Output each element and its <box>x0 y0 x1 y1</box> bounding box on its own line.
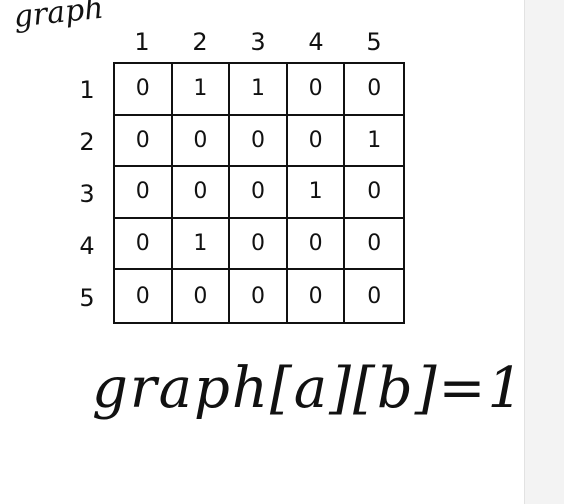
matrix-cell: 0 <box>345 167 403 219</box>
column-label-4: 4 <box>308 28 324 56</box>
matrix-cell: 0 <box>287 64 346 116</box>
matrix-cell: 0 <box>172 115 231 168</box>
formula-text: graph[a][b]=1 <box>92 356 526 421</box>
matrix-cell: 1 <box>287 167 346 219</box>
column-label-3: 3 <box>250 28 266 56</box>
matrix-cell: 1 <box>230 64 288 116</box>
row-label-2: 2 <box>79 128 95 156</box>
matrix-cell: 0 <box>172 167 231 219</box>
matrix-cell: 0 <box>345 219 403 271</box>
matrix-cell: 1 <box>345 116 403 168</box>
matrix-cell: 0 <box>230 167 288 219</box>
matrix-cell: 0 <box>115 64 173 116</box>
whiteboard-canvas: graph 1 2 3 4 5 1 2 3 4 5 0 1 1 0 0 0 0 … <box>0 0 564 504</box>
matrix-cell: 0 <box>115 167 173 219</box>
row-label-1: 1 <box>79 76 95 104</box>
matrix-cell: 0 <box>115 270 173 322</box>
matrix-cell: 0 <box>287 218 346 271</box>
adjacency-matrix: 0 1 1 0 0 0 0 0 0 1 0 0 0 1 0 0 1 0 0 0 … <box>113 62 405 324</box>
matrix-cell: 0 <box>287 115 346 168</box>
side-panel-strip <box>524 0 564 504</box>
matrix-cell: 1 <box>172 64 231 116</box>
matrix-cell: 1 <box>172 218 231 271</box>
matrix-cell: 0 <box>288 270 346 322</box>
matrix-cell: 0 <box>345 64 403 116</box>
row-label-4: 4 <box>79 232 95 260</box>
row-label-5: 5 <box>79 284 95 312</box>
matrix-cell: 0 <box>115 115 173 168</box>
graph-title: graph <box>12 0 106 35</box>
matrix-cell: 0 <box>230 115 288 168</box>
column-label-1: 1 <box>134 28 150 56</box>
matrix-cell: 0 <box>230 218 288 271</box>
matrix-cell: 0 <box>367 283 382 309</box>
row-label-3: 3 <box>79 180 95 208</box>
matrix-cell: 0 <box>115 218 173 271</box>
matrix-cell: 0 <box>230 270 288 322</box>
column-label-2: 2 <box>192 28 208 56</box>
matrix-cell: 0 <box>173 270 231 322</box>
column-label-5: 5 <box>366 28 382 56</box>
